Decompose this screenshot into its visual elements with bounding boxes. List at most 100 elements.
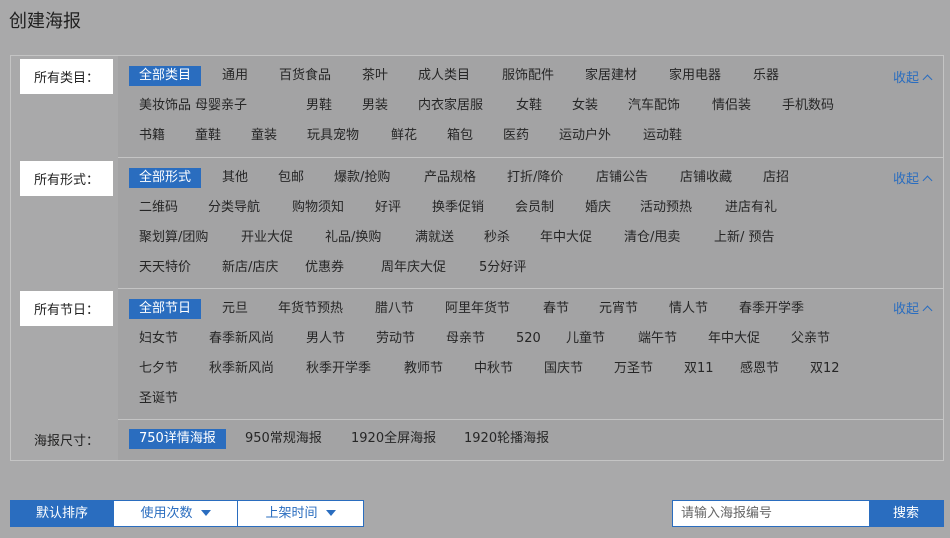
form-tag[interactable]: 二维码 xyxy=(139,198,178,218)
category-tag[interactable]: 运动鞋 xyxy=(643,126,682,146)
form-tag[interactable]: 会员制 xyxy=(515,198,554,218)
category-tag[interactable]: 男鞋 xyxy=(306,96,332,116)
form-tag[interactable]: 婚庆 xyxy=(585,198,611,218)
holiday-tag[interactable]: 儿童节 xyxy=(566,329,605,349)
holiday-tag[interactable]: 母亲节 xyxy=(446,329,485,349)
form-tag[interactable]: 换季促销 xyxy=(432,198,484,218)
form-tag[interactable]: 包邮 xyxy=(278,168,304,188)
form-tag[interactable]: 年中大促 xyxy=(540,228,592,248)
category-tag[interactable]: 童鞋 xyxy=(195,126,221,146)
category-tag[interactable]: 童装 xyxy=(251,126,277,146)
holiday-tag[interactable]: 情人节 xyxy=(669,299,708,319)
holiday-tag[interactable]: 教师节 xyxy=(404,359,443,379)
form-tag[interactable]: 新店/店庆 xyxy=(222,258,278,278)
holiday-tag[interactable]: 阿里年货节 xyxy=(445,299,510,319)
holiday-tag[interactable]: 元旦 xyxy=(222,299,248,319)
category-tag[interactable]: 服饰配件 xyxy=(502,66,554,86)
holiday-tag[interactable]: 万圣节 xyxy=(614,359,653,379)
form-tag[interactable]: 聚划算/团购 xyxy=(139,228,208,248)
form-tag[interactable]: 礼品/换购 xyxy=(325,228,381,248)
holiday-tag[interactable]: 全部节日 xyxy=(129,299,202,319)
holiday-tag[interactable]: 年中大促 xyxy=(708,329,760,349)
size-tag[interactable]: 750详情海报 xyxy=(129,429,226,449)
sort-time-button[interactable]: 上架时间 xyxy=(237,501,363,526)
holiday-tag[interactable]: 双12 xyxy=(810,359,840,379)
holiday-tag[interactable]: 春季开学季 xyxy=(739,299,804,319)
category-tag[interactable]: 母婴亲子 xyxy=(195,96,247,116)
category-tag[interactable]: 美妆饰品 xyxy=(139,96,191,116)
form-tag[interactable]: 其他 xyxy=(222,168,248,188)
form-tag[interactable]: 清仓/甩卖 xyxy=(624,228,680,248)
holiday-tag[interactable]: 圣诞节 xyxy=(139,389,178,409)
holiday-tag[interactable]: 春节 xyxy=(543,299,569,319)
category-tag[interactable]: 百货食品 xyxy=(279,66,331,86)
form-tag[interactable]: 上新/ 预告 xyxy=(714,228,775,248)
form-tag[interactable]: 秒杀 xyxy=(484,228,510,248)
holiday-tag[interactable]: 七夕节 xyxy=(139,359,178,379)
category-tag[interactable]: 家居建材 xyxy=(585,66,637,86)
holiday-tag[interactable]: 中秋节 xyxy=(474,359,513,379)
category-tag[interactable]: 全部类目 xyxy=(129,66,202,86)
holiday-tag[interactable]: 春季新风尚 xyxy=(209,329,274,349)
holiday-tag[interactable]: 国庆节 xyxy=(544,359,583,379)
form-collapse-button[interactable]: 收起 xyxy=(893,170,933,190)
category-tag[interactable]: 箱包 xyxy=(447,126,473,146)
size-tag[interactable]: 1920轮播海报 xyxy=(464,429,549,449)
holiday-tag[interactable]: 秋季新风尚 xyxy=(209,359,274,379)
form-tag[interactable]: 进店有礼 xyxy=(725,198,777,218)
category-tag[interactable]: 女装 xyxy=(572,96,598,116)
form-tag[interactable]: 购物须知 xyxy=(292,198,344,218)
form-tag[interactable]: 活动预热 xyxy=(640,198,692,218)
form-tag[interactable]: 5分好评 xyxy=(479,258,526,278)
holiday-tag[interactable]: 元宵节 xyxy=(599,299,638,319)
category-tag[interactable]: 手机数码 xyxy=(782,96,834,116)
size-tag[interactable]: 950常规海报 xyxy=(245,429,322,449)
category-tag[interactable]: 鲜花 xyxy=(391,126,417,146)
holiday-tag[interactable]: 劳动节 xyxy=(376,329,415,349)
category-collapse-button[interactable]: 收起 xyxy=(893,69,933,89)
sort-default-button[interactable]: 默认排序 xyxy=(11,501,113,526)
category-tag[interactable]: 男装 xyxy=(362,96,388,116)
category-tag[interactable]: 内衣家居服 xyxy=(418,96,483,116)
form-tag[interactable]: 优惠券 xyxy=(305,258,344,278)
holiday-tag[interactable]: 男人节 xyxy=(306,329,345,349)
holiday-tag[interactable]: 腊八节 xyxy=(375,299,414,319)
category-tag[interactable]: 女鞋 xyxy=(516,96,542,116)
category-tag[interactable]: 成人类目 xyxy=(418,66,470,86)
holiday-collapse-button[interactable]: 收起 xyxy=(893,300,933,320)
form-tag[interactable]: 店招 xyxy=(763,168,789,188)
form-tag[interactable]: 店铺公告 xyxy=(596,168,648,188)
form-tag[interactable]: 周年庆大促 xyxy=(381,258,446,278)
category-tag[interactable]: 汽车配饰 xyxy=(628,96,680,116)
holiday-tag[interactable]: 妇女节 xyxy=(139,329,178,349)
category-tag[interactable]: 情侣装 xyxy=(712,96,751,116)
holiday-tag[interactable]: 秋季开学季 xyxy=(306,359,371,379)
form-tag[interactable]: 产品规格 xyxy=(424,168,476,188)
form-tag[interactable]: 打折/降价 xyxy=(507,168,563,188)
form-tag[interactable]: 店铺收藏 xyxy=(680,168,732,188)
category-tag[interactable]: 玩具宠物 xyxy=(307,126,359,146)
form-tag[interactable]: 开业大促 xyxy=(241,228,293,248)
form-tag[interactable]: 爆款/抢购 xyxy=(334,168,390,188)
holiday-tag[interactable]: 感恩节 xyxy=(740,359,779,379)
category-tag[interactable]: 运动户外 xyxy=(559,126,611,146)
holiday-tag[interactable]: 年货节预热 xyxy=(278,299,343,319)
search-input[interactable] xyxy=(673,501,869,526)
form-tag[interactable]: 好评 xyxy=(375,198,401,218)
category-tag[interactable]: 茶叶 xyxy=(362,66,388,86)
holiday-tag[interactable]: 父亲节 xyxy=(791,329,830,349)
holiday-tag[interactable]: 端午节 xyxy=(638,329,677,349)
holiday-tag[interactable]: 双11 xyxy=(684,359,714,379)
category-tag[interactable]: 书籍 xyxy=(139,126,165,146)
form-tag[interactable]: 全部形式 xyxy=(129,168,202,188)
category-tag[interactable]: 家用电器 xyxy=(669,66,721,86)
form-tag[interactable]: 天天特价 xyxy=(139,258,191,278)
size-tag[interactable]: 1920全屏海报 xyxy=(351,429,436,449)
category-tag[interactable]: 医药 xyxy=(503,126,529,146)
category-tag[interactable]: 通用 xyxy=(222,66,248,86)
category-tag[interactable]: 乐器 xyxy=(753,66,779,86)
form-tag[interactable]: 分类导航 xyxy=(208,198,260,218)
holiday-tag[interactable]: 520 xyxy=(516,329,541,349)
sort-usage-button[interactable]: 使用次数 xyxy=(113,501,237,526)
search-button[interactable]: 搜索 xyxy=(869,501,943,526)
